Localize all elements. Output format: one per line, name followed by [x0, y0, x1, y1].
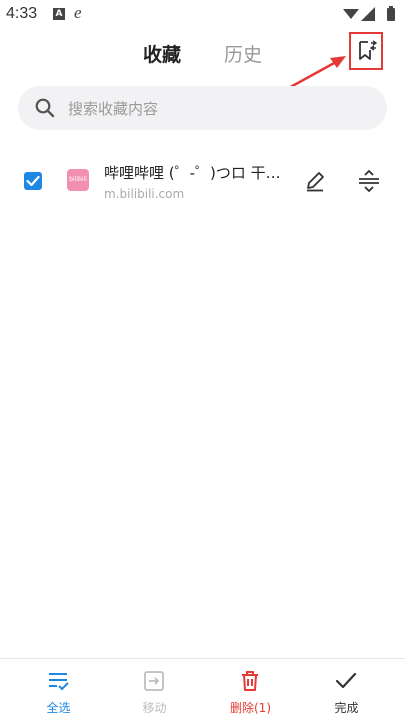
drag-handle-icon[interactable] [357, 170, 381, 192]
move-label: 移动 [142, 701, 167, 715]
search-input[interactable] [66, 86, 370, 132]
delete-button[interactable]: 删除(1) [200, 659, 301, 721]
status-bar: 4:33 A e [0, 0, 405, 28]
notification-a-icon: A [53, 8, 65, 20]
select-all-label: 全选 [46, 701, 71, 715]
status-time: 4:33 [6, 5, 38, 22]
done-button[interactable]: 完成 [296, 659, 397, 721]
bookmark-checkbox[interactable] [24, 172, 42, 190]
select-all-button[interactable]: 全选 [8, 659, 109, 721]
tab-favorites[interactable]: 收藏 [143, 40, 181, 67]
search-icon [35, 98, 55, 118]
delete-label: 删除(1) [230, 701, 271, 715]
browser-notification-icon: e [74, 3, 82, 22]
bilibili-favicon-icon: bilibili [67, 169, 89, 191]
select-all-icon [49, 673, 69, 691]
tab-history[interactable]: 历史 [224, 40, 262, 67]
done-label: 完成 [334, 701, 359, 715]
edit-icon[interactable] [304, 170, 326, 192]
move-button[interactable]: 移动 [104, 659, 205, 721]
check-icon [26, 175, 40, 187]
bottom-action-bar: 全选 移动 删除(1) 完成 [0, 658, 405, 721]
search-bar[interactable] [18, 86, 387, 132]
status-indicators-icon [343, 6, 395, 21]
bookmark-sort-icon [359, 40, 377, 60]
bookmark-list-item[interactable]: bilibili 哔哩哔哩 (゜-゜)つロ 干杯~-bilibili m.bil… [0, 150, 405, 212]
trash-icon [242, 671, 258, 691]
bookmark-url: m.bilibili.com [104, 187, 185, 201]
checkmark-icon [335, 672, 357, 689]
bookmark-title: 哔哩哔哩 (゜-゜)つロ 干杯~-bilibili [104, 164, 294, 182]
move-icon [144, 671, 164, 691]
bookmark-sort-button[interactable] [349, 32, 383, 70]
